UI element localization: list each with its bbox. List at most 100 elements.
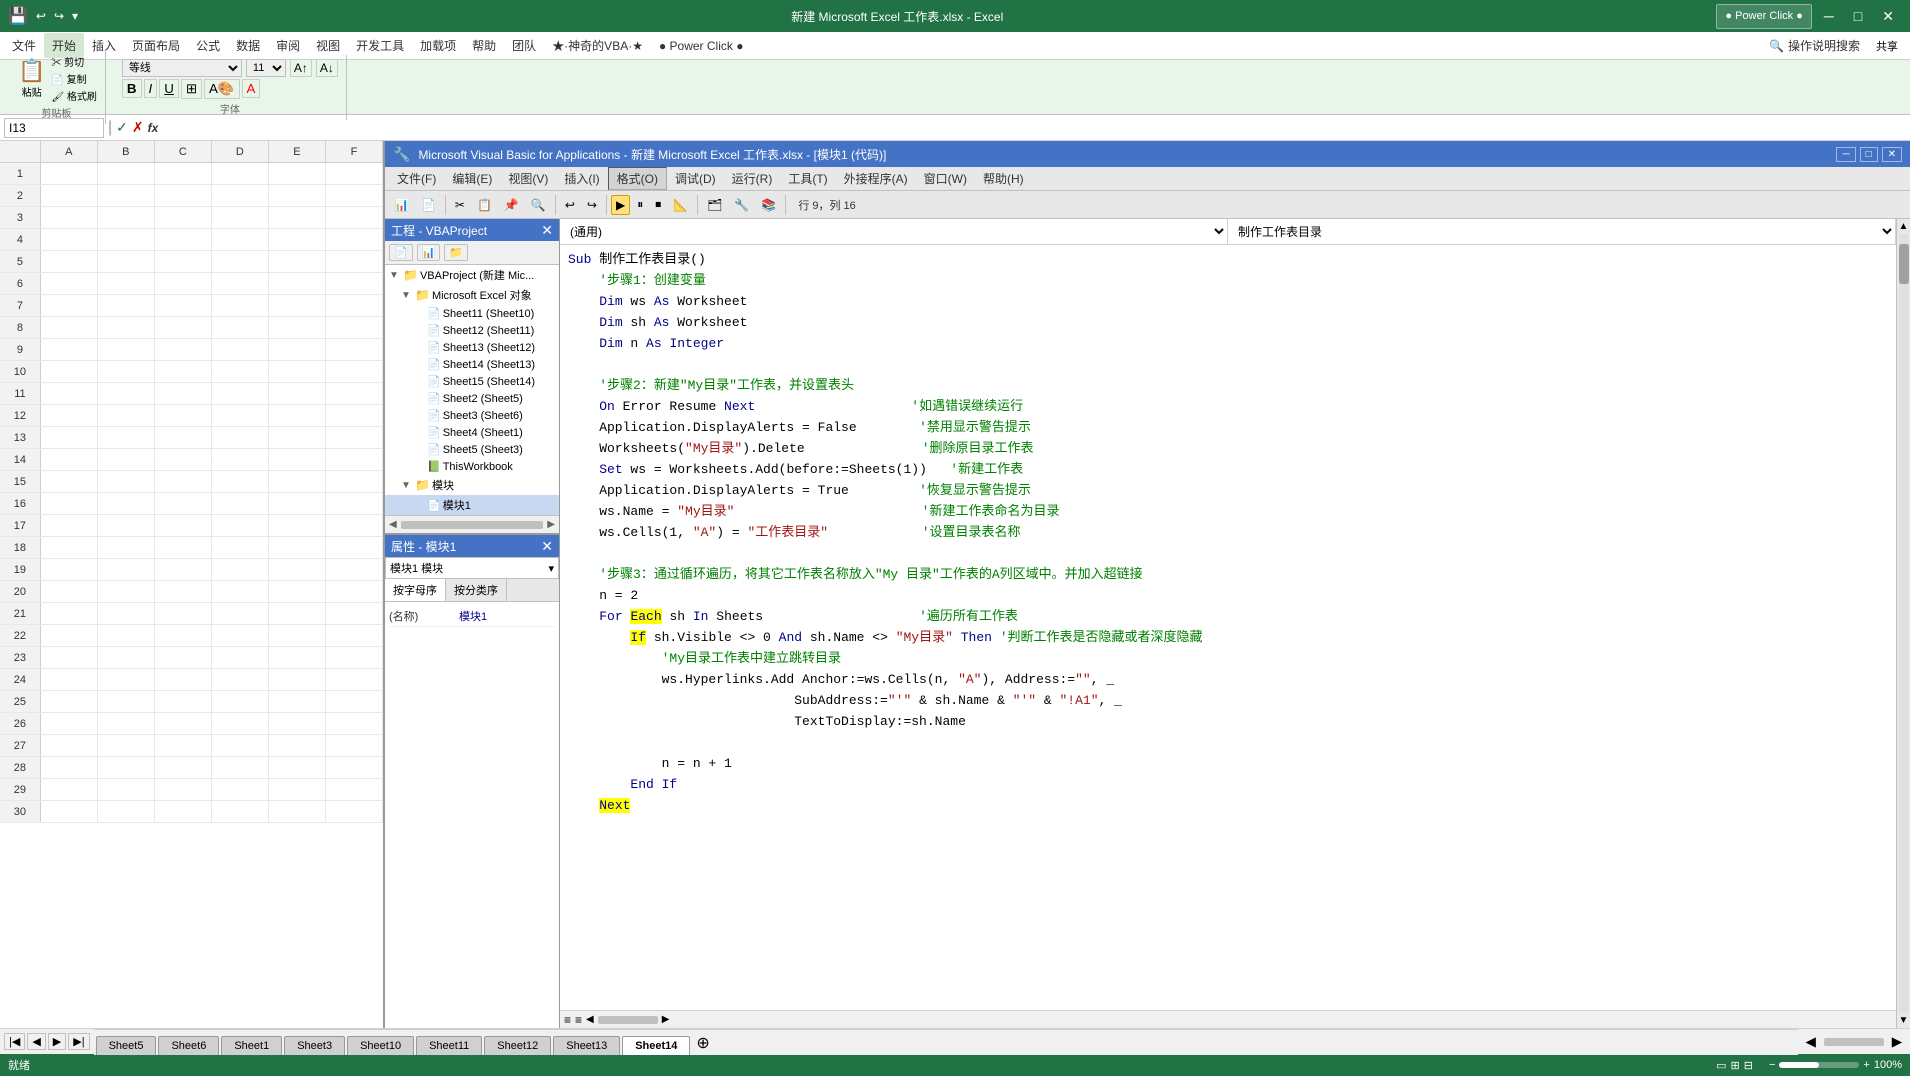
grid-cell[interactable] [98,427,155,448]
grid-cell[interactable] [41,515,98,536]
grid-cell[interactable] [155,603,212,624]
grid-cell[interactable] [326,625,383,646]
row-header-17[interactable]: 17 [0,515,41,536]
grid-cell[interactable] [41,603,98,624]
grid-cell[interactable] [326,801,383,822]
grid-cell[interactable] [212,691,269,712]
grid-cell[interactable] [41,537,98,558]
grid-cell[interactable] [212,735,269,756]
grid-cell[interactable] [98,383,155,404]
bold-button[interactable]: B [122,79,142,98]
format-painter-button[interactable]: 🖌 格式刷 [51,88,96,103]
grid-cell[interactable] [326,713,383,734]
grid-cell[interactable] [41,163,98,184]
grid-cell[interactable] [212,207,269,228]
grid-cell[interactable] [155,207,212,228]
grid-cell[interactable] [269,713,326,734]
tree-item-thisworkbook[interactable]: 📗 ThisWorkbook [385,458,559,475]
scroll-track[interactable] [401,521,544,529]
grid-cell[interactable] [98,295,155,316]
row-header-13[interactable]: 13 [0,427,41,448]
row-header-15[interactable]: 15 [0,471,41,492]
grid-cell[interactable] [212,361,269,382]
sheet-tab-sheet5[interactable]: Sheet5 [96,1036,157,1055]
copy-button[interactable]: 📄 复制 [51,71,96,86]
grid-cell[interactable] [41,757,98,778]
grid-cell[interactable] [41,669,98,690]
col-header-d[interactable]: D [212,141,269,162]
grid-cell[interactable] [98,449,155,470]
code-editor[interactable]: Sub 制作工作表目录() '步骤1：创建变量 Dim ws As Worksh… [560,245,1896,1010]
font-color-button[interactable]: A [242,79,261,98]
grid-cell[interactable] [155,537,212,558]
row-header-21[interactable]: 21 [0,603,41,624]
scroll-thumb-v[interactable] [1899,244,1909,284]
grid-cell[interactable] [98,779,155,800]
grid-cell[interactable] [326,317,383,338]
grid-cell[interactable] [212,559,269,580]
vba-menu-insert[interactable]: 插入(I) [556,168,607,189]
menu-power-click[interactable]: ● Power Click ● [651,35,752,57]
grid-cell[interactable] [41,251,98,272]
tree-item-sheet3[interactable]: 📄 Sheet3 (Sheet6) [385,407,559,424]
grid-cell[interactable] [41,713,98,734]
row-header-26[interactable]: 26 [0,713,41,734]
grid-cell[interactable] [269,625,326,646]
grid-cell[interactable] [212,449,269,470]
row-header-28[interactable]: 28 [0,757,41,778]
grid-cell[interactable] [326,251,383,272]
tree-item-sheet4[interactable]: 📄 Sheet4 (Sheet1) [385,424,559,441]
grid-cell[interactable] [41,427,98,448]
grid-cell[interactable] [98,537,155,558]
grid-cell[interactable] [41,647,98,668]
vba-menu-debug[interactable]: 调试(D) [667,168,724,189]
increase-font-button[interactable]: A↑ [290,59,312,77]
grid-cell[interactable] [155,713,212,734]
grid-cell[interactable] [98,603,155,624]
grid-cell[interactable] [326,295,383,316]
grid-cell[interactable] [326,493,383,514]
vba-menu-addins[interactable]: 外接程序(A) [836,168,916,189]
grid-cell[interactable] [269,801,326,822]
grid-cell[interactable] [269,449,326,470]
border-button[interactable]: ⊞ [181,79,202,99]
scroll-left-icon[interactable]: ◀ [389,519,397,530]
grid-cell[interactable] [155,449,212,470]
grid-cell[interactable] [269,405,326,426]
grid-cell[interactable] [98,229,155,250]
zoom-out-icon[interactable]: − [1769,1059,1775,1071]
grid-cell[interactable] [155,801,212,822]
zoom-in-icon[interactable]: + [1863,1059,1869,1071]
grid-cell[interactable] [155,163,212,184]
vba-find-button[interactable]: 🔍 [526,195,551,215]
grid-cell[interactable] [155,185,212,206]
grid-cell[interactable] [212,163,269,184]
grid-cell[interactable] [212,713,269,734]
vba-menu-window[interactable]: 窗口(W) [916,168,975,189]
grid-cell[interactable] [98,669,155,690]
row-header-25[interactable]: 25 [0,691,41,712]
grid-cell[interactable] [212,185,269,206]
grid-cell[interactable] [269,603,326,624]
grid-cell[interactable] [269,493,326,514]
vba-menu-format[interactable]: 格式(O) [608,167,667,190]
grid-cell[interactable] [269,361,326,382]
grid-cell[interactable] [98,273,155,294]
grid-cell[interactable] [98,471,155,492]
share-button[interactable]: 共享 [1868,38,1906,54]
grid-cell[interactable] [326,779,383,800]
sheet-nav-next[interactable]: ▶ [48,1033,66,1050]
menu-developer[interactable]: 开发工具 [348,33,412,58]
grid-cell[interactable] [269,317,326,338]
grid-cell[interactable] [212,625,269,646]
vba-designmode-button[interactable]: 📐 [668,195,693,215]
row-header-19[interactable]: 19 [0,559,41,580]
grid-cell[interactable] [155,515,212,536]
sheet-tab-sheet1[interactable]: Sheet1 [221,1036,282,1055]
grid-cell[interactable] [41,471,98,492]
grid-cell[interactable] [98,625,155,646]
grid-cell[interactable] [155,669,212,690]
grid-cell[interactable] [326,427,383,448]
row-header-18[interactable]: 18 [0,537,41,558]
grid-cell[interactable] [98,801,155,822]
